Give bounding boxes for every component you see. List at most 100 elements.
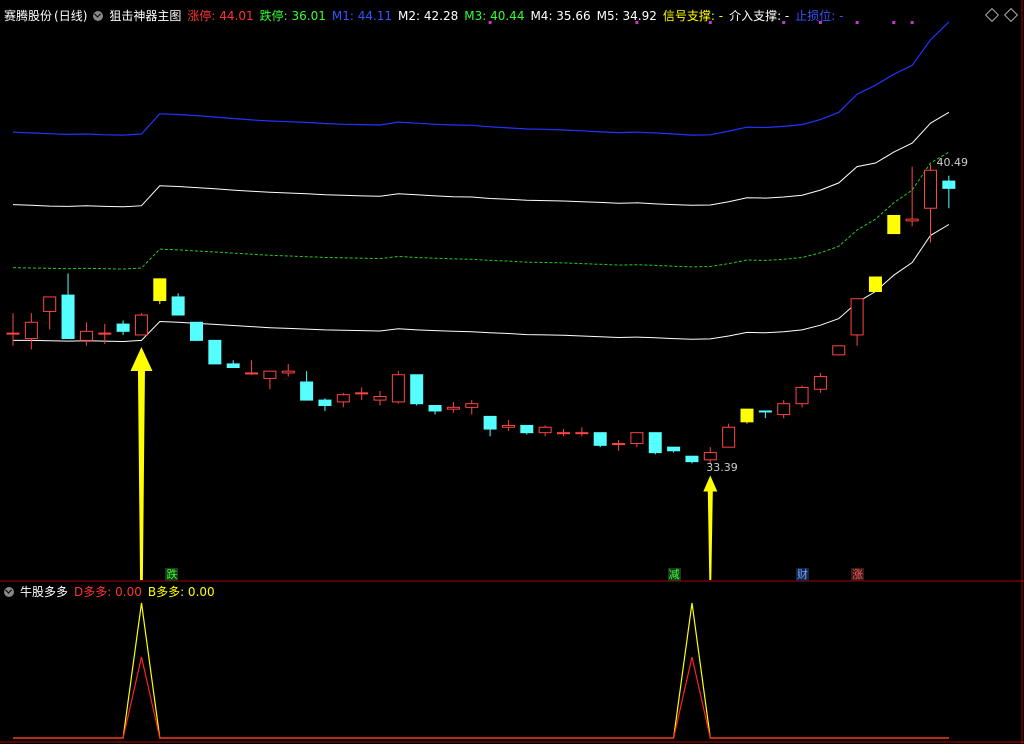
candle	[446, 401, 460, 413]
candle	[6, 313, 20, 346]
candle	[685, 455, 699, 464]
candle	[501, 420, 515, 431]
header-value: M3: 40.44	[464, 9, 525, 23]
candle-body	[391, 374, 405, 403]
sub-indicator-lines	[13, 602, 949, 739]
candle	[134, 313, 148, 336]
candle	[557, 429, 570, 437]
candle	[832, 345, 846, 356]
candle-body	[318, 399, 332, 407]
signal-tag: 跌	[165, 568, 179, 581]
candle-body	[575, 432, 589, 435]
indicator-menu-icon[interactable]	[93, 11, 104, 21]
candle	[263, 370, 277, 390]
candle	[905, 166, 919, 227]
candle-body	[373, 395, 387, 401]
marker-dot	[910, 21, 914, 24]
candle	[43, 296, 57, 330]
candle	[887, 214, 901, 235]
candle	[942, 175, 956, 209]
marker-dot	[855, 21, 859, 24]
header-value: M2: 42.28	[398, 9, 459, 23]
sub-indicator-menu-icon[interactable]	[4, 587, 14, 597]
candle	[667, 446, 681, 453]
sub-header-value: D多多: 0.00	[74, 585, 142, 599]
candle-body	[226, 363, 240, 369]
candle	[795, 385, 809, 408]
candle	[520, 424, 534, 435]
candle-body	[501, 424, 515, 428]
candle	[648, 432, 662, 455]
candle-body	[813, 376, 827, 390]
candle	[355, 387, 369, 401]
candle-body	[98, 332, 112, 335]
candle-body	[6, 332, 20, 335]
candle	[740, 408, 754, 424]
candle-body	[648, 432, 662, 454]
candle-body	[667, 446, 681, 452]
candle-body	[832, 345, 846, 356]
candle	[575, 427, 589, 437]
candle	[318, 398, 332, 411]
candle-body	[300, 381, 314, 401]
candle-body	[263, 370, 277, 379]
buy-arrow	[130, 346, 153, 580]
m3-line	[12, 151, 950, 270]
candle	[612, 439, 626, 451]
candle-body	[428, 405, 442, 412]
candle	[281, 363, 295, 377]
candle-body	[850, 298, 864, 336]
low-price-label: 33.39	[706, 461, 738, 475]
candle	[208, 339, 222, 365]
candle-body	[612, 443, 626, 446]
header-value: 涨停: 44.01	[187, 9, 254, 23]
candle-body	[79, 330, 93, 341]
sub-indicator-header: 牛股多多 D多多: 0.00 B多多: 0.00	[4, 585, 227, 599]
high-price-label: 40.49	[936, 156, 969, 170]
header-value: M1: 44.11	[331, 9, 393, 23]
candle-body	[190, 321, 203, 341]
period-label[interactable]: (日线)	[54, 9, 87, 23]
candle-body	[171, 296, 185, 316]
m1-line	[12, 21, 950, 136]
candle	[116, 320, 130, 335]
candle	[245, 360, 259, 375]
main-indicator-header: 赛腾股份 (日线) 狙击神器主图 涨停: 44.01 跌停: 36.01 M1: 44.1…	[4, 9, 855, 23]
candle-body	[557, 432, 570, 435]
signal-tag: 涨	[851, 568, 865, 581]
candle-body	[61, 294, 75, 340]
sub-indicator-name[interactable]: 牛股多多	[20, 585, 68, 599]
indicator-name[interactable]: 狙击神器主图	[109, 9, 181, 23]
candle-body	[245, 372, 259, 375]
candle-body	[630, 432, 644, 445]
candle-body	[134, 314, 148, 336]
candle	[336, 392, 350, 408]
stock-name[interactable]: 赛腾股份	[4, 9, 52, 23]
candle-body	[43, 296, 57, 312]
candle	[300, 371, 314, 401]
header-value: 止损位: -	[795, 9, 844, 23]
candle-body	[24, 321, 38, 340]
candle	[593, 432, 607, 448]
candle-body	[924, 169, 937, 209]
candle-body	[116, 323, 130, 332]
candle-body	[538, 426, 552, 434]
candle-body	[281, 370, 295, 374]
candle-body	[336, 394, 350, 403]
candle	[868, 276, 882, 292]
candle	[758, 410, 772, 419]
candle-body	[685, 455, 699, 463]
chart-canvas[interactable]	[0, 0, 1024, 744]
candle-body	[593, 432, 607, 446]
candle	[391, 371, 405, 404]
header-value: M5: 34.92	[596, 9, 657, 23]
candle	[483, 415, 497, 437]
candle-body	[868, 276, 882, 292]
candle-body	[703, 452, 717, 461]
candle-body	[777, 403, 791, 416]
candle-body	[740, 408, 754, 423]
candlesticks	[6, 164, 956, 464]
candle	[226, 360, 240, 369]
candle-body	[722, 426, 736, 448]
candle	[777, 400, 791, 419]
